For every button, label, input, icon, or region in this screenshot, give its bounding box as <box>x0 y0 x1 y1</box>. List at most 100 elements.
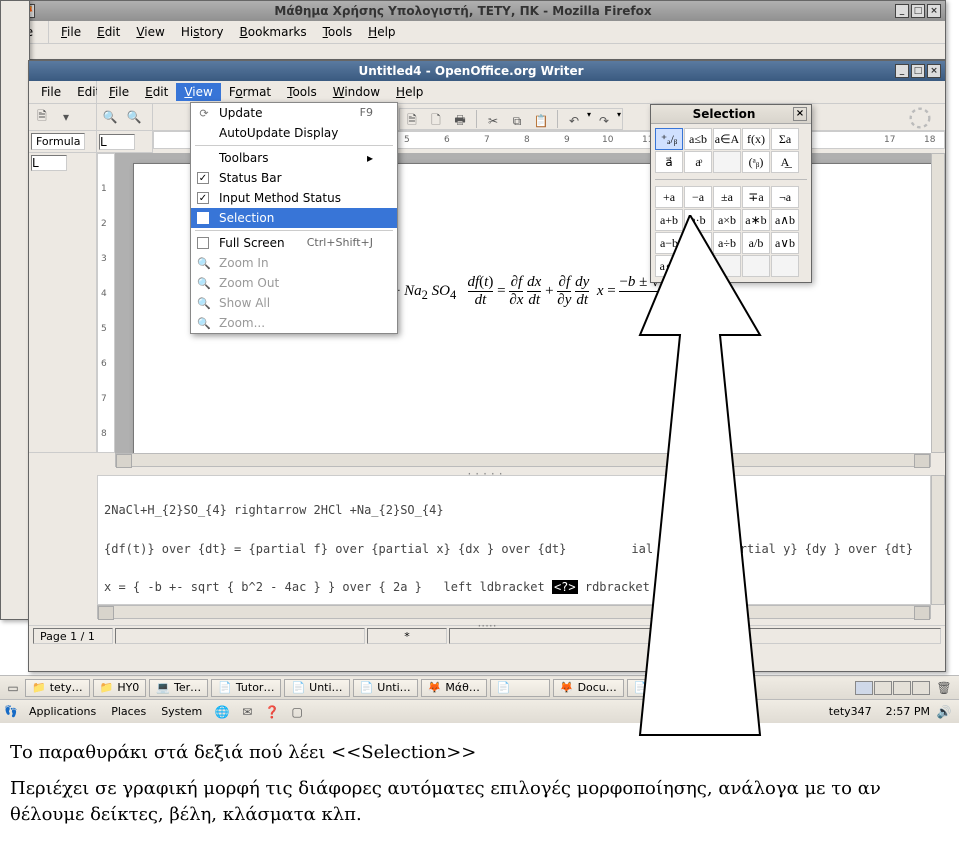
tool-1-icon[interactable]: 🗎 <box>401 110 423 132</box>
op-mp-a[interactable]: ∓a <box>742 186 770 208</box>
zoom-out-icon[interactable]: 🔍 <box>123 106 145 128</box>
show-desktop-icon[interactable]: ▭ <box>4 677 22 699</box>
op-pm-a[interactable]: ±a <box>713 186 741 208</box>
ff-menu-bookmarks[interactable]: Bookmarks <box>232 23 315 41</box>
left-tool-new-icon[interactable]: 🗎 <box>31 106 53 128</box>
vertical-ruler[interactable]: 1 2 3 4 5 6 7 8 <box>97 153 115 453</box>
selection-close-icon[interactable]: × <box>793 107 807 121</box>
src-horizontal-scrollbar[interactable] <box>97 605 931 619</box>
menu-statusbar[interactable]: ✓ Status Bar <box>191 168 397 188</box>
w-menu-help[interactable]: Help <box>388 83 431 101</box>
w-menu-edit[interactable]: Edit <box>137 83 176 101</box>
menu-autoupdate[interactable]: AutoUpdate Display <box>191 123 397 143</box>
op-a-slash-b[interactable]: a/b <box>742 232 770 254</box>
op-a-plus-b[interactable]: a+b <box>655 209 683 231</box>
task-terminal[interactable]: 💻 Ter… <box>149 679 208 697</box>
cat-brackets[interactable]: (ᵃᵦ) <box>742 151 770 173</box>
op-a-minus-b[interactable]: a−b <box>655 232 683 254</box>
minimize-icon[interactable]: _ <box>895 4 909 18</box>
w-menu-tools[interactable]: Tools <box>279 83 325 101</box>
L-field[interactable]: L <box>99 134 135 150</box>
w-menu-view[interactable]: View <box>176 83 220 101</box>
menu-fullscreen[interactable]: Full Screen Ctrl+Shift+J <box>191 233 397 253</box>
ff-menu-tools[interactable]: Tools <box>315 23 361 41</box>
cat-set[interactable]: a∈A <box>713 128 741 150</box>
task-blank[interactable]: 📄 <box>490 679 550 697</box>
cat-operators[interactable]: Σa <box>771 128 799 150</box>
workspace-switcher[interactable] <box>855 681 930 695</box>
maximize-icon[interactable]: □ <box>911 4 925 18</box>
task-docu[interactable]: 🦊 Docu… <box>553 679 624 697</box>
tool-copy-icon[interactable]: ⧉ <box>506 110 528 132</box>
op-a-frac-b[interactable]: a/b <box>684 232 712 254</box>
menu-selection[interactable]: ✓ Selection <box>191 208 397 228</box>
cat-relations[interactable]: a≤b <box>684 128 712 150</box>
writer-maximize-icon[interactable]: □ <box>911 64 925 78</box>
close-icon[interactable]: × <box>927 4 941 18</box>
op-a-ast-b[interactable]: a∗b <box>742 209 770 231</box>
op-minus-a[interactable]: −a <box>684 186 712 208</box>
user-label[interactable]: tety347 <box>829 705 872 718</box>
tool-2-icon[interactable]: 🗋 <box>425 110 447 132</box>
cat-formats[interactable]: A͟ <box>771 151 799 173</box>
ff-menu-file[interactable]: File <box>53 23 89 41</box>
zoom-in-icon[interactable]: 🔍 <box>99 106 121 128</box>
tool-redo-icon[interactable]: ↷ <box>593 110 615 132</box>
task-tutor[interactable]: 📄 Tutor… <box>211 679 281 697</box>
task-hy0[interactable]: 📁 HY0 <box>93 679 147 697</box>
tool-cut-icon[interactable]: ✂ <box>482 110 504 132</box>
doc-vertical-scrollbar[interactable] <box>931 153 945 453</box>
op-a-or-b[interactable]: a∨b <box>771 232 799 254</box>
selection-panel-titlebar[interactable]: Selection × <box>651 105 811 124</box>
L-field-2[interactable]: L <box>31 155 67 171</box>
ff-menu-help[interactable]: Help <box>360 23 403 41</box>
menu-places[interactable]: Places <box>105 703 152 720</box>
left-tool-open-icon[interactable]: ▾ <box>55 106 77 128</box>
writer-close-icon[interactable]: × <box>927 64 941 78</box>
tool-print-icon[interactable]: 🖶 <box>449 110 471 132</box>
foot-icon[interactable]: 👣 <box>4 705 20 718</box>
w-menu-window[interactable]: Window <box>325 83 388 101</box>
menu-applications[interactable]: Applications <box>23 703 102 720</box>
w-menu-format[interactable]: Format <box>221 83 279 101</box>
src-placeholder[interactable]: <?> <box>552 580 578 594</box>
task-unti1[interactable]: 📄 Unti… <box>284 679 349 697</box>
wl-menu-file[interactable]: File <box>33 83 69 101</box>
src-vertical-scrollbar[interactable] <box>931 475 945 605</box>
task-unti2[interactable]: 📄 Unti… <box>353 679 418 697</box>
op-a-circ-b[interactable]: a∘b <box>655 255 683 277</box>
op-a-times-b[interactable]: a×b <box>713 209 741 231</box>
cat-unary-binary[interactable]: ⁺ₐ/ᵦ <box>655 128 683 150</box>
op-a-and-b[interactable]: a∧b <box>771 209 799 231</box>
launcher-term-icon[interactable]: ▢ <box>286 701 308 723</box>
op-not-a[interactable]: ¬a <box>771 186 799 208</box>
ff-menu-edit[interactable]: Edit <box>89 23 128 41</box>
clock[interactable]: 2:57 PM <box>886 705 930 718</box>
doc-horizontal-scrollbar[interactable] <box>115 453 931 467</box>
op-a-cdot-b[interactable]: a·b <box>684 209 712 231</box>
status-zoom[interactable]: * <box>367 628 447 644</box>
volume-icon[interactable]: 🔊 <box>933 701 955 723</box>
w-menu-file[interactable]: File <box>101 83 137 101</box>
ff-menu-history[interactable]: History <box>173 23 232 41</box>
menu-system[interactable]: System <box>155 703 208 720</box>
op-a-div-b[interactable]: a÷b <box>713 232 741 254</box>
cat-attributes[interactable]: a⃗ <box>655 151 683 173</box>
launcher-help-icon[interactable]: ❓ <box>261 701 283 723</box>
launcher-browser-icon[interactable]: 🌐 <box>211 701 233 723</box>
menu-toolbars[interactable]: Toolbars▸ <box>191 148 397 168</box>
sash-handle[interactable]: ····· <box>29 467 945 475</box>
writer-minimize-icon[interactable]: _ <box>895 64 909 78</box>
cat-functions[interactable]: f(x) <box>742 128 770 150</box>
trash-icon[interactable]: 🗑 <box>933 677 955 699</box>
ff-menu-view[interactable]: View <box>128 23 172 41</box>
launcher-mail-icon[interactable]: ✉ <box>236 701 258 723</box>
task-tety[interactable]: 📁 tety… <box>25 679 90 697</box>
menu-ime[interactable]: ✓ Input Method Status <box>191 188 397 208</box>
menu-update[interactable]: ⟳ Update F9 <box>191 103 397 123</box>
task-unti3[interactable]: 📄 Unti… <box>627 679 692 697</box>
tool-paste-icon[interactable]: 📋 <box>530 110 552 132</box>
cat-others[interactable]: aͦ <box>684 151 712 173</box>
tool-undo-icon[interactable]: ↶ <box>563 110 585 132</box>
op-plus-a[interactable]: +a <box>655 186 683 208</box>
